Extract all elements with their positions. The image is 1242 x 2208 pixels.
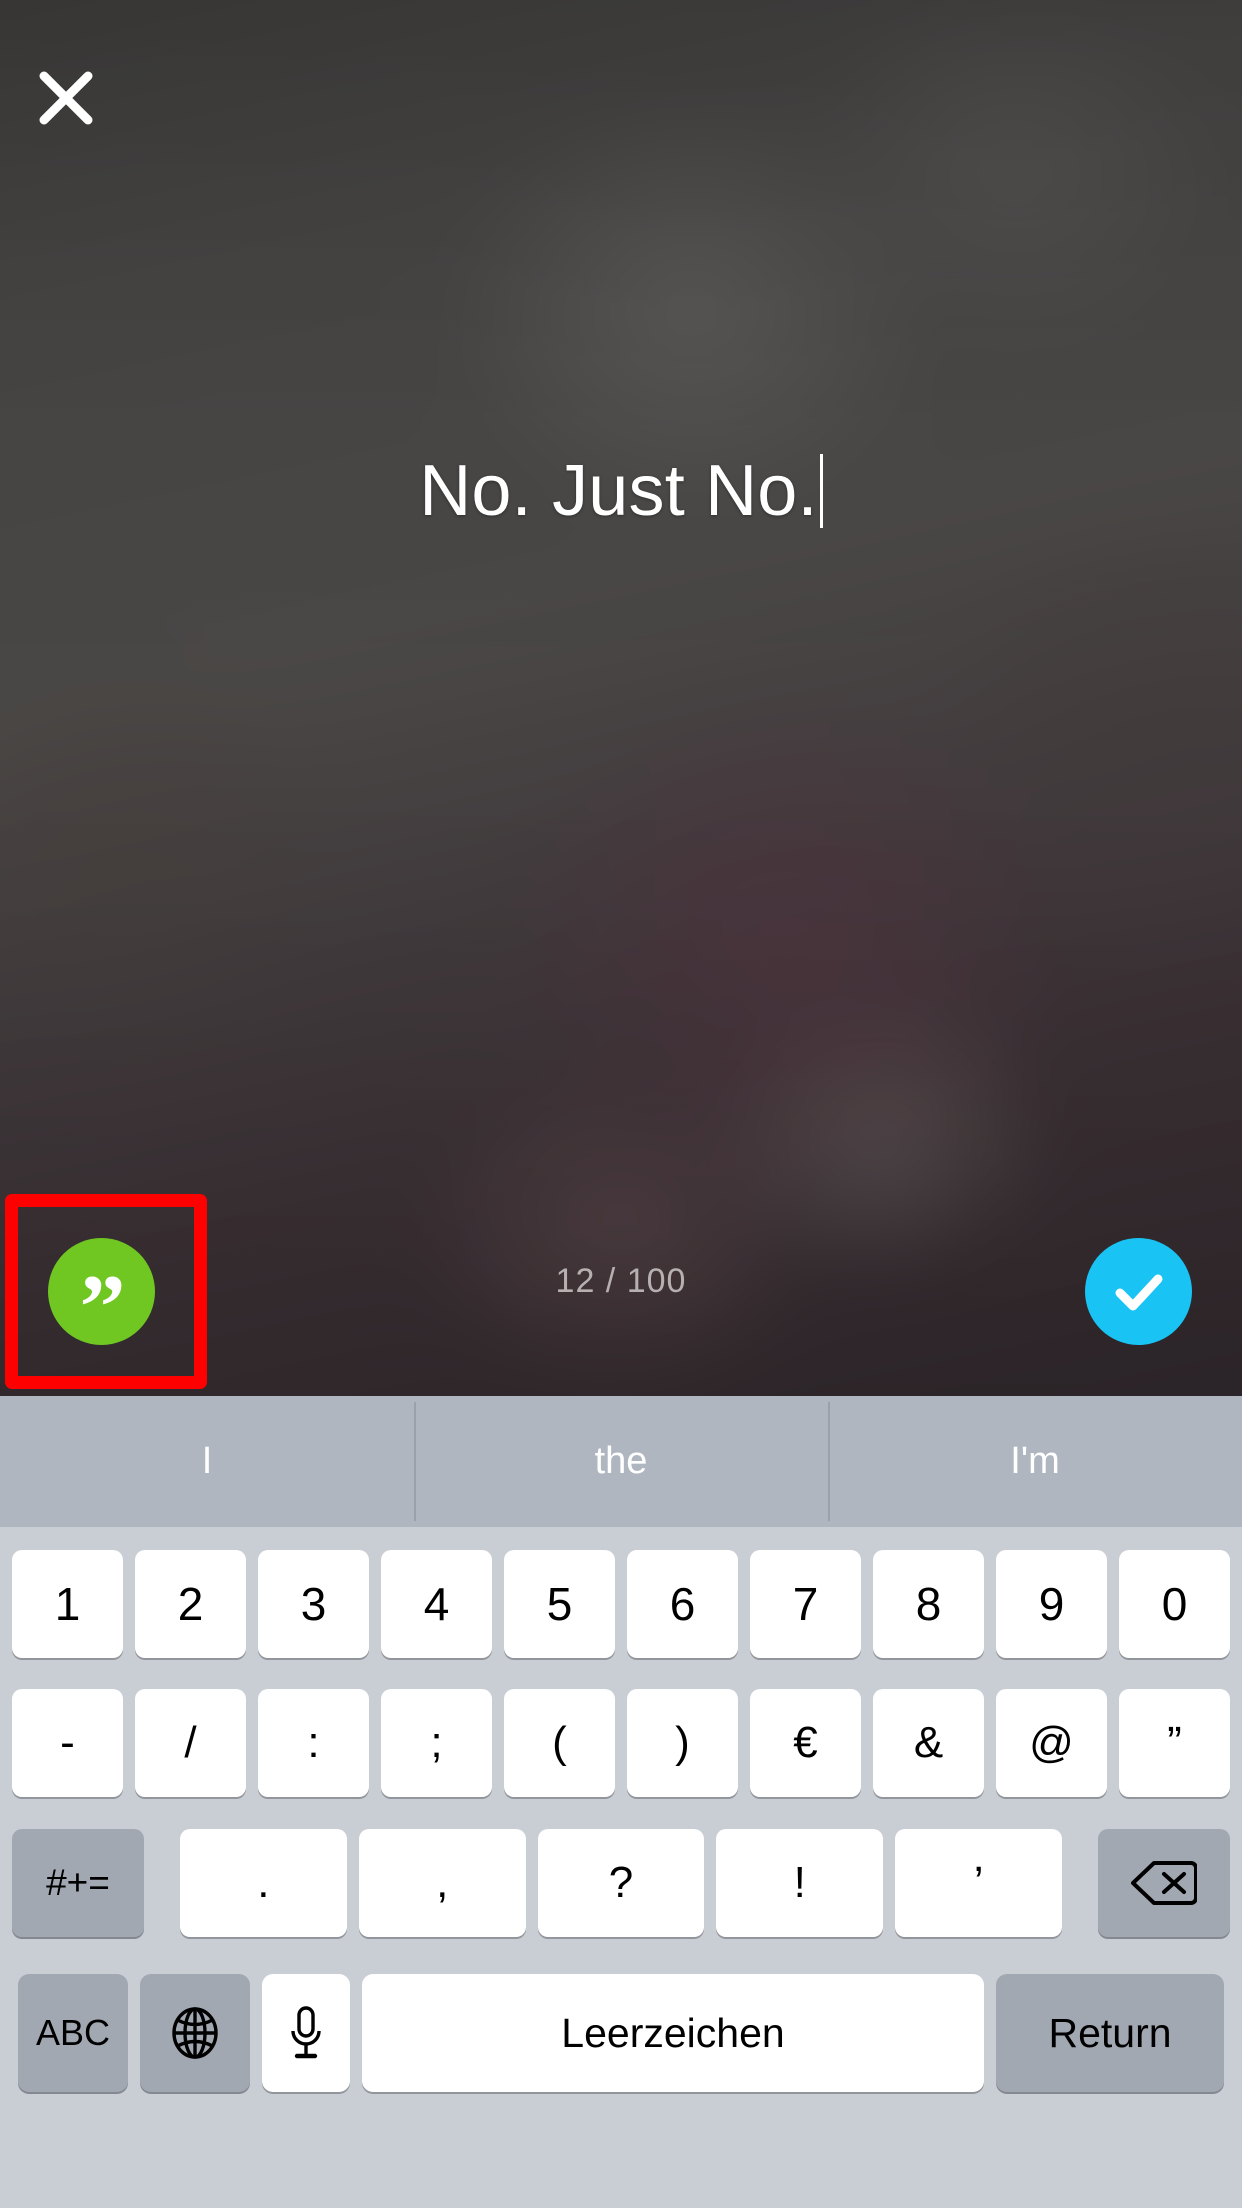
suggestion-item[interactable]: I — [0, 1396, 414, 1527]
key-comma[interactable]: , — [358, 1829, 526, 1937]
software-keyboard: I the I'm 1 2 3 4 5 6 7 8 9 0 - / : ; ( … — [0, 1396, 1242, 2208]
key-quote-double[interactable]: ” — [1119, 1689, 1230, 1797]
suggestion-bar: I the I'm — [0, 1396, 1242, 1527]
key-return[interactable]: Return — [996, 1974, 1224, 2092]
key-8[interactable]: 8 — [873, 1549, 984, 1658]
key-ampersand[interactable]: & — [873, 1689, 984, 1797]
globe-icon — [167, 2005, 223, 2061]
key-0[interactable]: 0 — [1119, 1549, 1230, 1658]
key-backspace[interactable] — [1097, 1829, 1230, 1937]
key-abc-toggle[interactable]: ABC — [18, 1974, 128, 2092]
key-question[interactable]: ? — [537, 1829, 705, 1937]
backspace-icon — [1130, 1859, 1197, 1907]
close-icon — [37, 69, 95, 127]
suggestion-item[interactable]: the — [414, 1396, 828, 1527]
photo-scrim-overlay — [0, 0, 1242, 1396]
key-dictation[interactable] — [262, 1974, 350, 2092]
key-5[interactable]: 5 — [504, 1549, 615, 1658]
text-caret — [819, 454, 823, 528]
microphone-icon — [286, 2004, 326, 2062]
key-at[interactable]: @ — [996, 1689, 1107, 1797]
key-slash[interactable]: / — [135, 1689, 246, 1797]
key-6[interactable]: 6 — [627, 1549, 738, 1658]
key-period[interactable]: . — [180, 1829, 347, 1937]
key-exclamation[interactable]: ! — [716, 1829, 884, 1937]
key-1[interactable]: 1 — [12, 1549, 123, 1658]
key-paren-open[interactable]: ( — [504, 1689, 615, 1797]
photo-caption-area: No. Just No. ” 12 / 100 — [0, 0, 1242, 1396]
caption-text: No. Just No. — [419, 451, 818, 531]
key-3[interactable]: 3 — [258, 1549, 369, 1658]
keyboard-row-bottom: ABC Leerzeichen Return — [0, 1947, 1242, 2107]
suggestion-item[interactable]: I'm — [828, 1396, 1242, 1527]
caption-field[interactable]: No. Just No. — [0, 432, 1242, 550]
key-9[interactable]: 9 — [996, 1549, 1107, 1658]
key-space[interactable]: Leerzeichen — [362, 1974, 984, 2092]
check-icon — [1109, 1262, 1169, 1322]
key-semicolon[interactable]: ; — [381, 1689, 492, 1797]
confirm-button[interactable] — [1085, 1238, 1192, 1345]
key-symbols-toggle[interactable]: #+= — [12, 1829, 144, 1937]
key-paren-close[interactable]: ) — [627, 1689, 738, 1797]
key-colon[interactable]: : — [258, 1689, 369, 1797]
character-counter: 12 / 100 — [555, 1262, 687, 1300]
key-euro[interactable]: € — [750, 1689, 861, 1797]
keyboard-row-numbers: 1 2 3 4 5 6 7 8 9 0 — [0, 1527, 1242, 1667]
key-2[interactable]: 2 — [135, 1549, 246, 1658]
key-7[interactable]: 7 — [750, 1549, 861, 1658]
key-4[interactable]: 4 — [381, 1549, 492, 1658]
keyboard-row-symbols: - / : ; ( ) € & @ ” — [0, 1667, 1242, 1807]
key-hyphen[interactable]: - — [12, 1689, 123, 1797]
screen-root: No. Just No. ” 12 / 100 I the I'm 1 2 3 — [0, 0, 1242, 2208]
keyboard-row-punctuation: #+= . , ? ! ’ — [0, 1807, 1242, 1947]
key-apostrophe[interactable]: ’ — [895, 1829, 1062, 1937]
close-button[interactable] — [20, 50, 112, 146]
key-language-switch[interactable] — [140, 1974, 250, 2092]
